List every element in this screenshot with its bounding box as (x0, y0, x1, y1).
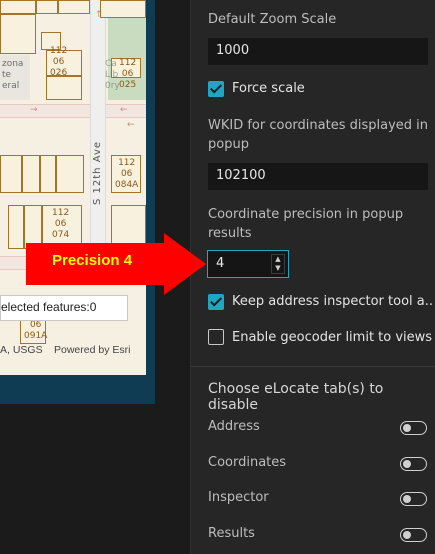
app-root: → ← ↑ ← 112 06 026 112 06 025 zona te er… (0, 0, 435, 554)
precision-label: Coordinate precision in popup results (208, 207, 404, 241)
map-footer-bar (0, 375, 155, 404)
precision-stepper[interactable]: 4 ▲ ▼ (207, 250, 289, 278)
settings-panel: Default Zoom Scale 1000 Force scale WKID… (190, 0, 435, 554)
tab-toggle-label-inspector: Inspector (208, 490, 269, 505)
toggle-address[interactable] (400, 421, 427, 435)
geocoder-limit-checkbox[interactable] (208, 329, 224, 345)
powered-by-esri-link[interactable]: Powered by Esri (54, 344, 130, 356)
place-label: zona te eral (2, 59, 24, 91)
geocoder-limit-label: Enable geocoder limit to views... (232, 330, 432, 345)
force-scale-checkbox[interactable] (208, 81, 224, 97)
keep-inspector-label: Keep address inspector tool a... (232, 294, 432, 309)
stepper-buttons: ▲ ▼ (271, 254, 285, 274)
parcel (100, 0, 146, 18)
zoom-scale-label: Default Zoom Scale (208, 12, 337, 27)
parcel-label: 112 06 025 (119, 58, 137, 90)
parcel (40, 155, 56, 193)
attribution-sources: A, USGS (0, 344, 43, 356)
keep-inspector-checkbox[interactable] (208, 294, 224, 310)
elocate-section-title: Choose eLocate tab(s) to disable (208, 381, 384, 413)
parcel (0, 155, 22, 193)
parcel (56, 155, 84, 193)
precision-callout: Precision 4 (22, 233, 210, 295)
force-scale-label: Force scale (232, 81, 305, 96)
road-arrow-icon: ← (120, 105, 128, 115)
toggle-results[interactable] (400, 528, 427, 542)
street-label: S 12th Ave (92, 140, 103, 205)
parcel (0, 14, 36, 54)
map-attribution: A, USGS Powered by Esri (0, 344, 146, 360)
wkid-label: WKID for coordinates displayed in popup (208, 118, 428, 152)
parcel (58, 0, 90, 14)
stepper-down-icon[interactable]: ▼ (272, 264, 284, 273)
parcel (46, 76, 82, 100)
precision-value: 4 (216, 256, 225, 271)
tab-toggle-label-results: Results (208, 526, 255, 541)
map-frame: → ← ↑ ← 112 06 026 112 06 025 zona te er… (0, 0, 155, 404)
parcel (0, 0, 36, 14)
selected-features-count: elected features:0 (0, 295, 128, 321)
road-arrow-icon: → (30, 105, 38, 115)
parcel-label: 112 06 084A (115, 158, 139, 190)
map-view[interactable]: → ← ↑ ← 112 06 026 112 06 025 zona te er… (0, 0, 155, 375)
tab-toggle-label-address: Address (208, 419, 260, 434)
parcel-label: 112 06 026 (50, 46, 68, 78)
toggle-coordinates[interactable] (400, 457, 427, 471)
callout-text: Precision 4 (52, 252, 133, 269)
section-divider (191, 366, 435, 367)
stepper-up-icon[interactable]: ▲ (272, 255, 284, 264)
parcel (36, 0, 58, 14)
road-arrow-icon: ← (127, 120, 135, 130)
zoom-scale-input[interactable]: 1000 (208, 38, 428, 65)
road-vertical (90, 0, 106, 256)
parcel-label: 06 091A (24, 320, 48, 341)
map-scroll-edge (146, 0, 155, 375)
toggle-inspector[interactable] (400, 492, 427, 506)
place-label: Ca Lib 0ry (105, 59, 120, 91)
tab-toggle-label-coordinates: Coordinates (208, 455, 287, 470)
wkid-input[interactable]: 102100 (208, 163, 428, 190)
parcel (22, 155, 40, 193)
